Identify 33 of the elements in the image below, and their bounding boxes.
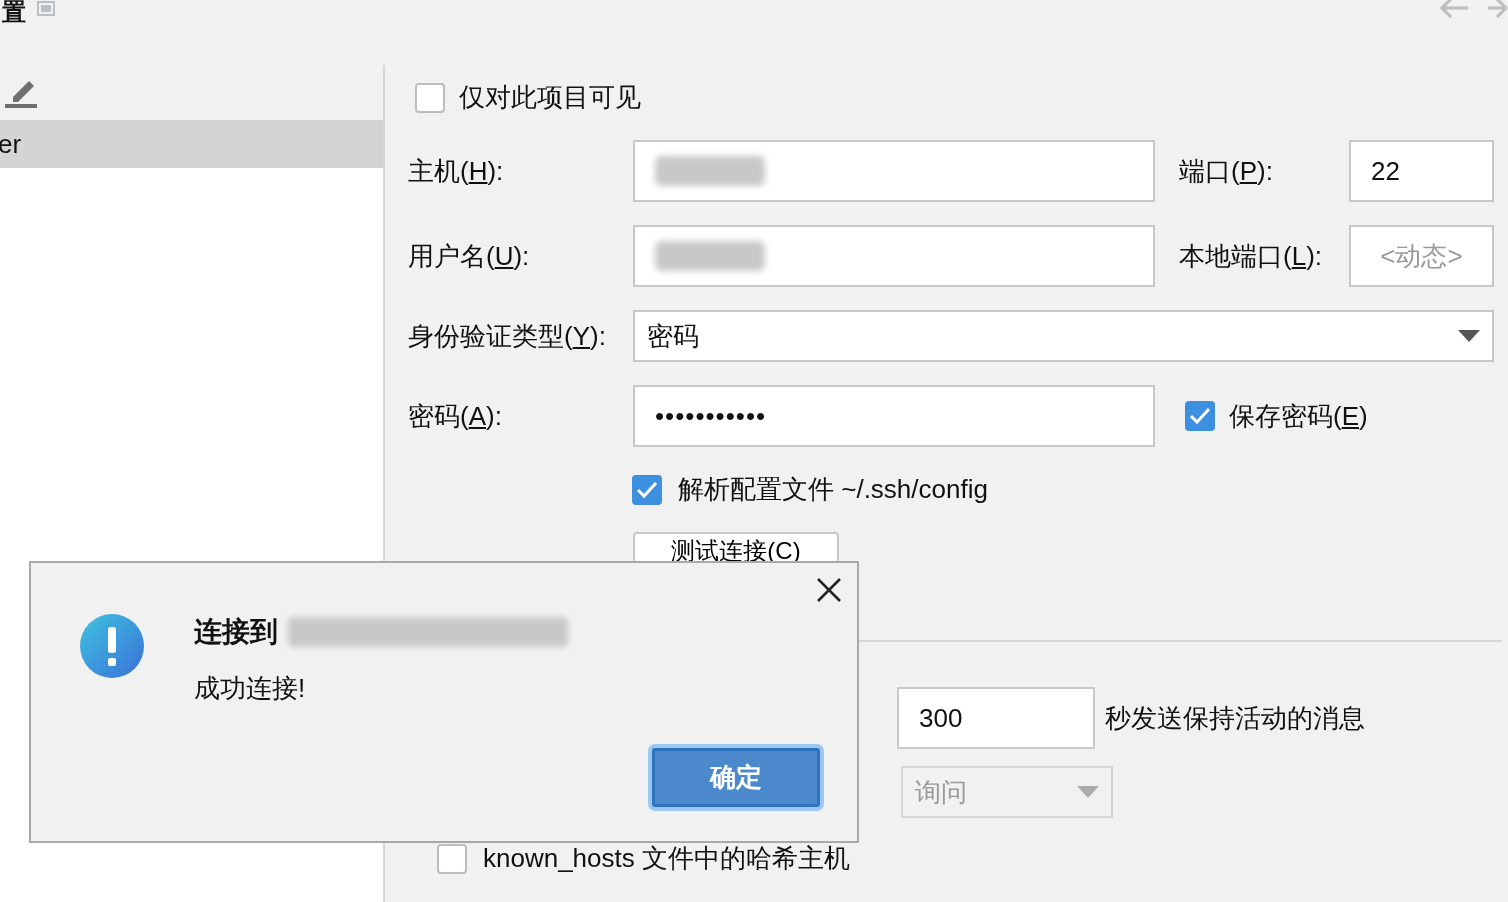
host-key-select: 询问	[901, 766, 1113, 818]
field-label: 本地端口(L):	[1179, 239, 1324, 273]
port-field[interactable]: 22	[1349, 140, 1494, 202]
field-label: 用户名(U):	[408, 239, 531, 273]
close-button[interactable]	[817, 577, 841, 602]
checkbox-label: 仅对此项目可见	[459, 81, 641, 114]
dialog-message: 成功连接!	[194, 672, 306, 705]
password-field[interactable]: •••••••••••	[633, 385, 1155, 447]
checkbox[interactable]	[437, 843, 467, 874]
field-label: 端口(P):	[1179, 154, 1274, 188]
back-arrow-icon[interactable]	[1438, 0, 1470, 20]
keepalive-label: 秒发送保持活动的消息	[1105, 701, 1365, 735]
checkbox-label: 保存密码(E)	[1229, 399, 1368, 433]
info-icon	[79, 613, 145, 679]
check-icon	[636, 480, 658, 499]
keepalive-field[interactable]: 300	[897, 687, 1095, 749]
field-label: 身份验证类型(Y):	[408, 319, 607, 353]
checkbox-label: known_hosts 文件中的哈希主机	[483, 842, 850, 875]
dropdown-arrow-icon	[1458, 330, 1480, 342]
checkbox-label: 解析配置文件 ~/.ssh/config	[678, 473, 988, 506]
field-label: 密码(A):	[408, 399, 503, 433]
forward-arrow-icon[interactable]	[1488, 0, 1508, 20]
dropdown-arrow-icon	[1077, 786, 1099, 798]
checkbox[interactable]	[1185, 401, 1215, 431]
local-port-field[interactable]: <动态>	[1349, 225, 1494, 287]
dialog-title: 连接到	[194, 615, 278, 649]
field-label: 主机(H):	[408, 154, 505, 188]
checkbox[interactable]	[415, 82, 445, 113]
window-icon	[37, 1, 55, 17]
check-icon	[1189, 407, 1211, 425]
checkbox[interactable]	[632, 474, 662, 505]
auth-type-select[interactable]: 密码	[633, 310, 1494, 362]
window-title: 置	[2, 0, 26, 24]
